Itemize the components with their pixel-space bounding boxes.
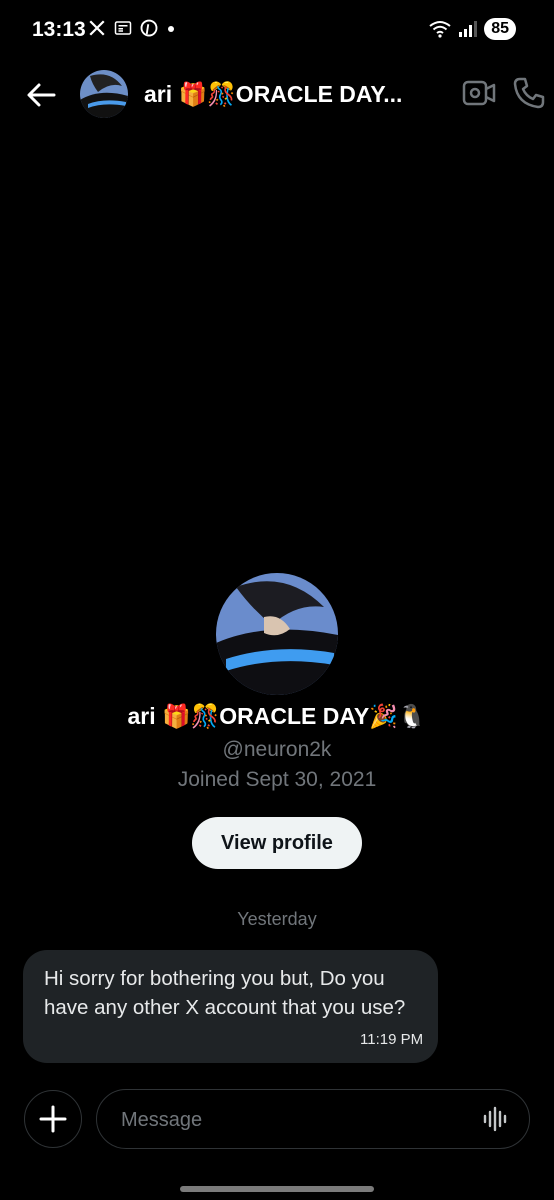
add-media-button[interactable] [24,1090,82,1148]
wifi-icon [429,21,451,38]
plus-icon [39,1105,67,1133]
profile-joined-date: Joined Sept 30, 2021 [177,768,377,791]
message-input[interactable] [119,1090,453,1150]
view-profile-button[interactable]: View profile [192,817,362,869]
message-composer[interactable] [96,1089,530,1150]
profile-handle: @neuron2k [222,738,332,761]
phone-icon[interactable] [512,76,546,110]
message-timestamp: 11:19 PM [360,1031,424,1048]
profile-avatar[interactable] [216,573,338,695]
header-avatar[interactable] [80,70,128,118]
voice-wave-icon[interactable] [481,1105,509,1133]
status-system-icons: 85 [428,18,516,40]
signal-icon [459,21,478,37]
status-notification-icons [88,19,176,37]
news-icon [114,21,132,35]
battery-icon: 85 [484,18,516,40]
message-text: Hi sorry for bothering you but, Do you h… [44,967,406,1019]
x-logo-icon [89,20,105,36]
status-time: 13:13 [32,18,86,41]
conversation-title[interactable]: ari 🎁🎊ORACLE DAY... [144,81,402,108]
pinterest-icon [140,19,158,37]
back-arrow-icon[interactable] [24,78,58,112]
date-separator: Yesterday [237,909,317,929]
home-indicator[interactable] [180,1186,374,1192]
dot-icon [168,26,174,32]
profile-name: ari 🎁🎊ORACLE DAY🎉🐧 [127,703,427,729]
video-call-icon[interactable] [462,78,496,108]
